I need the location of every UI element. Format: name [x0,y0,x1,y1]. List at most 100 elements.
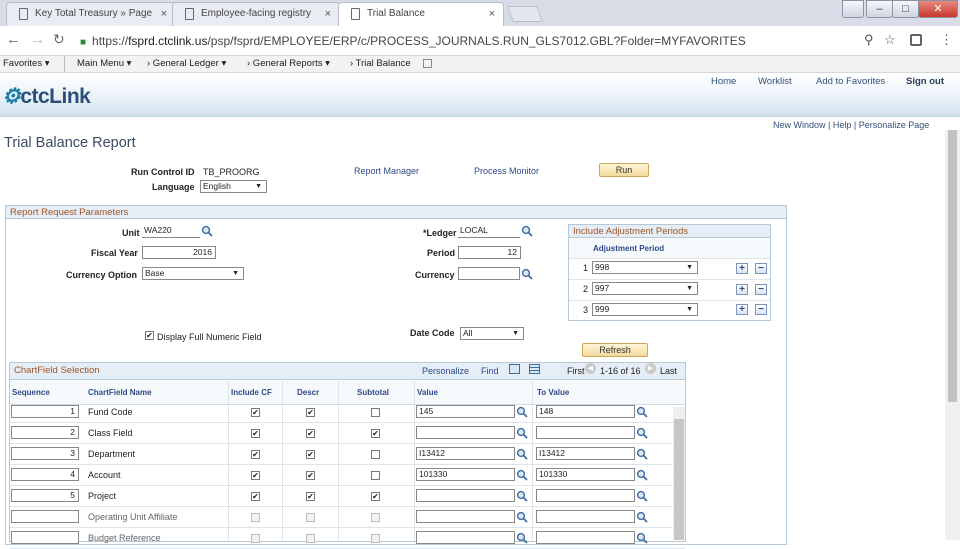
nav-general-reports[interactable]: › General Reports ▾ [247,56,330,72]
report-manager-link[interactable]: Report Manager [354,166,419,176]
value-field[interactable] [416,489,515,502]
adjustment-period-select[interactable]: 999 ▼ [592,303,698,316]
lookup-icon[interactable] [636,490,648,502]
worklist-link[interactable]: Worklist [758,76,792,87]
sequence-field[interactable]: 5 [11,489,79,502]
grid-scroll-thumb[interactable] [674,419,684,540]
run-button[interactable]: Run [599,163,649,177]
back-arrow-icon[interactable]: ← [6,31,21,48]
page-scrollbar[interactable] [945,130,960,540]
adjustment-period-select[interactable]: 998 ▼ [592,261,698,274]
sign-out-link[interactable]: Sign out [906,76,944,87]
lookup-icon[interactable] [636,532,648,544]
bookmark-star-icon[interactable]: ☆ [884,32,896,48]
reload-icon[interactable]: ↻ [53,31,65,48]
to-value-field[interactable]: I13412 [536,447,635,460]
descr-checkbox[interactable]: ✔ [306,471,315,480]
currency-option-select[interactable]: Base ▼ [142,267,244,280]
close-tab-icon[interactable]: × [161,3,167,25]
lookup-icon[interactable] [516,427,528,439]
next-arrow-icon[interactable]: ▶ [645,363,656,374]
subtotal-checkbox[interactable]: ✔ [371,492,380,501]
fiscal-year-field[interactable]: 2016 [142,246,216,259]
menu-dots-icon[interactable]: ⋮ [940,32,953,48]
lookup-icon[interactable] [636,427,648,439]
lookup-icon[interactable] [636,511,648,523]
lookup-icon[interactable] [516,448,528,460]
add-to-favorites-link[interactable]: Add to Favorites [816,76,885,87]
download-grid-icon[interactable] [529,364,540,374]
sequence-field[interactable] [11,510,79,523]
lookup-icon[interactable] [516,490,528,502]
last-link[interactable]: Last [660,366,677,376]
language-select[interactable]: English ▼ [200,180,267,193]
add-row-button[interactable]: + [736,304,748,315]
view-all-icon[interactable] [509,364,520,374]
include-cf-checkbox[interactable]: ✔ [251,471,260,480]
page-scroll-thumb[interactable] [948,130,957,402]
sequence-field[interactable]: 1 [11,405,79,418]
sequence-field[interactable]: 3 [11,447,79,460]
extension-icon[interactable] [910,34,922,46]
lookup-icon[interactable] [516,469,528,481]
sequence-field[interactable]: 4 [11,468,79,481]
refresh-button[interactable]: Refresh [582,343,648,357]
zoom-icon[interactable]: ⚲ [864,32,874,48]
delete-row-button[interactable]: − [755,263,767,274]
lookup-icon[interactable] [516,532,528,544]
lookup-icon[interactable] [636,448,648,460]
find-link[interactable]: Find [481,366,499,376]
add-row-button[interactable]: + [736,284,748,295]
nav-main-menu[interactable]: Main Menu ▾ [77,56,131,72]
browser-tab-1[interactable]: Key Total Treasury » Page × [6,2,176,26]
ledger-field[interactable]: LOCAL [458,225,520,238]
personalize-link[interactable]: Personalize [422,366,469,376]
browser-tab-3-active[interactable]: Trial Balance × [338,2,504,26]
lookup-icon[interactable] [516,511,528,523]
close-tab-icon[interactable]: × [325,3,331,25]
utility-links[interactable]: New Window | Help | Personalize Page [773,120,929,130]
descr-checkbox[interactable]: ✔ [306,429,315,438]
delete-row-button[interactable]: − [755,284,767,295]
to-value-field[interactable] [536,510,635,523]
subtotal-checkbox[interactable] [371,471,380,480]
value-field[interactable]: I13412 [416,447,515,460]
user-profile-icon[interactable] [842,0,864,18]
nav-general-ledger[interactable]: › General Ledger ▾ [147,56,226,72]
lookup-icon[interactable] [636,406,648,418]
browser-tab-2[interactable]: Employee-facing registry × [172,2,340,26]
close-window-button[interactable]: ✕ [918,0,958,18]
unit-lookup-icon[interactable] [201,225,213,237]
new-window-icon[interactable] [423,59,432,68]
subtotal-checkbox[interactable]: ✔ [371,429,380,438]
to-value-field[interactable]: 101330 [536,468,635,481]
sequence-field[interactable] [11,531,79,544]
minimize-button[interactable]: – [866,0,893,18]
descr-checkbox[interactable]: ✔ [306,450,315,459]
nav-trial-balance[interactable]: › Trial Balance [350,56,411,72]
value-field[interactable]: 101330 [416,468,515,481]
first-link[interactable]: First [567,366,585,376]
include-cf-checkbox[interactable]: ✔ [251,429,260,438]
adjustment-period-select[interactable]: 997 ▼ [592,282,698,295]
process-monitor-link[interactable]: Process Monitor [474,166,539,176]
ledger-lookup-icon[interactable] [521,225,533,237]
close-tab-icon[interactable]: × [489,3,495,25]
delete-row-button[interactable]: − [755,304,767,315]
nav-favorites[interactable]: Favorites ▾ [3,56,49,72]
descr-checkbox[interactable]: ✔ [306,492,315,501]
grid-scrollbar[interactable] [673,407,685,540]
forward-arrow-icon[interactable]: → [30,31,45,48]
maximize-button[interactable]: □ [892,0,919,18]
value-field[interactable]: 145 [416,405,515,418]
subtotal-checkbox[interactable] [371,450,380,459]
descr-checkbox[interactable]: ✔ [306,408,315,417]
previous-arrow-icon[interactable]: ◀ [585,363,596,374]
include-cf-checkbox[interactable]: ✔ [251,408,260,417]
to-value-field[interactable]: 148 [536,405,635,418]
sequence-field[interactable]: 2 [11,426,79,439]
currency-field[interactable] [458,267,520,280]
period-field[interactable]: 12 [458,246,521,259]
add-row-button[interactable]: + [736,263,748,274]
subtotal-checkbox[interactable] [371,408,380,417]
